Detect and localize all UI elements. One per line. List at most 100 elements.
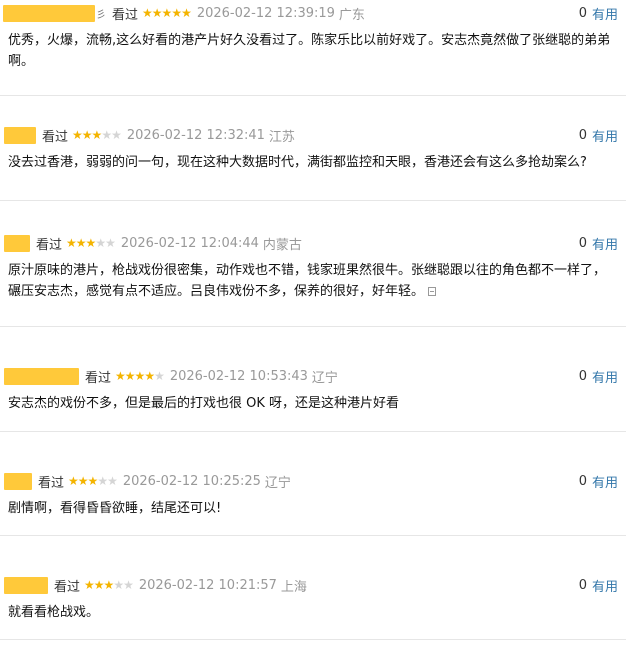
username-tail[interactable]: 彡 [96,6,106,21]
star-icon: ★ [93,578,105,592]
review-region: 内蒙古 [262,237,302,253]
watch-status: 看过 [42,129,69,145]
star-icon: ★ [161,6,173,20]
review-item: 看过 ★★★★★ 2026-02-12 10:53:43 辽宁 0 有用安志杰的戏份不多，… [0,327,626,432]
star-icon: ★ [171,6,182,20]
review-item: 看过 ★★★★★ 2026-02-12 12:04:44 内蒙古 0 有用 原汁原味的港片，… [0,201,626,327]
useful-count: 0 [578,577,587,593]
useful-button[interactable]: 有用 [592,234,618,253]
star-icon: ★ [151,6,163,20]
star-icon: ★ [123,578,134,592]
useful-count: 0 [578,368,587,384]
review-item: 彡看过 ★★★★★ 2026-02-12 12:39:19 广东 0 有用 优秀，火爆，流畅… [0,0,626,96]
star-icon: ★ [68,474,79,488]
useful-vote: 0 有用 [578,576,618,595]
review-region: 广东 [338,7,365,23]
star-icon: ★ [72,128,83,142]
username-highlight[interactable] [3,4,95,22]
review-item: 看过 ★★★★★ 2026-02-12 10:25:25 辽宁 0 有用 剧情啊，看得昏昏欲… [0,432,626,536]
review-text: 原汁原味的港片，枪战戏份很密集，动作戏也不错，钱家班果然很牛。张继聪跟以往的角色… [8,260,614,302]
rating-stars: ★★★★★ [66,236,116,250]
star-icon: ★ [84,578,95,592]
review-time: 2026-02-12 12:39:19 [196,5,335,21]
useful-vote: 0 有用 [578,472,618,491]
review-region: 上海 [280,579,307,595]
useful-vote: 0 有用 [578,367,618,386]
username-highlight[interactable] [4,234,30,252]
review-meta: 彡看过 ★★★★★ 2026-02-12 12:39:19 广东 [3,4,365,23]
review-meta: 看过 ★★★★★ 2026-02-12 12:32:41 江苏 [4,126,295,145]
star-icon: ★ [111,128,122,142]
review-text: 剧情啊，看得昏昏欲睡，结尾还可以! [8,498,614,519]
star-icon: ★ [115,369,126,383]
useful-vote: 0 有用 [578,126,618,145]
review-list: 彡看过 ★★★★★ 2026-02-12 12:39:19 广东 0 有用 优秀，火爆，流畅… [0,0,626,640]
review-time: 2026-02-12 10:21:57 [138,577,277,593]
star-icon: ★ [97,474,108,488]
useful-button[interactable]: 有用 [592,576,618,595]
star-icon: ★ [181,6,192,20]
star-icon: ★ [85,236,97,250]
star-icon: ★ [81,128,93,142]
star-icon: ★ [66,236,77,250]
useful-button[interactable]: 有用 [592,367,618,386]
review-text-content: 优秀，火爆，流畅,这么好看的港产片好久没看过了。陈家乐比以前好戏了。安志杰竟然做… [8,33,611,69]
username-highlight[interactable] [4,126,36,144]
useful-vote: 0 有用 [579,234,618,253]
star-icon: ★ [142,6,153,20]
star-icon: ★ [75,236,87,250]
review-item: 看过 ★★★★★ 2026-02-12 10:21:57 上海 0 有用 就看看枪战戏。 [0,536,626,640]
star-icon: ★ [91,128,103,142]
review-meta: 看过 ★★★★★ 2026-02-12 10:25:25 辽宁 [4,472,291,491]
review-time: 2026-02-12 10:25:25 [122,473,261,489]
review-time: 2026-02-12 12:04:44 [120,235,259,251]
review-text-content: 原汁原味的港片，枪战戏份很密集，动作戏也不错，钱家班果然很牛。张继聪跟以往的角色… [8,263,607,299]
rating-stars: ★★★★★ [72,128,122,142]
rating-stars: ★★★★★ [84,578,134,592]
review-text-content: 就看看枪战戏。 [8,605,100,620]
star-icon: ★ [77,474,89,488]
review-region: 辽宁 [311,370,338,386]
review-meta: 看过 ★★★★★ 2026-02-12 10:21:57 上海 [4,576,307,595]
expand-icon[interactable] [428,287,437,296]
username-highlight[interactable] [4,472,32,490]
watch-status: 看过 [36,237,63,253]
review-region: 辽宁 [264,475,291,491]
rating-stars: ★★★★★ [68,474,118,488]
star-icon: ★ [105,236,116,250]
review-region: 江苏 [268,129,295,145]
rating-stars: ★★★★★ [142,6,192,20]
star-icon: ★ [101,128,112,142]
review-time: 2026-02-12 12:32:41 [126,127,265,143]
review-text: 安志杰的戏份不多，但是最后的打戏也很 OK 呀，还是这种港片好看 [8,393,614,414]
username-highlight[interactable] [4,576,48,594]
watch-status: 看过 [85,370,112,386]
useful-button[interactable]: 有用 [592,472,618,491]
review-meta: 看过 ★★★★★ 2026-02-12 10:53:43 辽宁 [4,367,338,386]
star-icon: ★ [154,369,165,383]
star-icon: ★ [95,236,106,250]
star-icon: ★ [124,369,136,383]
useful-button[interactable]: 有用 [592,126,618,145]
star-icon: ★ [103,578,115,592]
review-text: 没去过香港，弱弱的问一句，现在这种大数据时代，满街都监控和天眼，香港还会有这么多… [8,152,614,173]
review-item: 看过 ★★★★★ 2026-02-12 12:32:41 江苏 0 有用 没去过香港，弱弱的… [0,96,626,201]
review-meta: 看过 ★★★★★ 2026-02-12 12:04:44 内蒙古 [4,234,302,253]
review-text-content: 安志杰的戏份不多，但是最后的打戏也很 OK 呀，还是这种港片好看 [8,396,400,411]
useful-count: 0 [578,473,587,489]
rating-stars: ★★★★★ [115,369,165,383]
review-text-content: 剧情啊，看得昏昏欲睡，结尾还可以! [8,501,222,516]
watch-status: 看过 [112,7,139,23]
useful-vote: 0 有用 [578,4,618,23]
review-text: 优秀，火爆，流畅,这么好看的港产片好久没看过了。陈家乐比以前好戏了。安志杰竟然做… [8,30,614,72]
review-text-content: 没去过香港，弱弱的问一句，现在这种大数据时代，满街都监控和天眼，香港还会有这么多… [8,155,587,170]
star-icon: ★ [144,369,155,383]
username-highlight[interactable] [4,367,79,385]
star-icon: ★ [113,578,124,592]
review-text: 就看看枪战戏。 [8,602,614,623]
useful-button[interactable]: 有用 [592,4,618,23]
useful-count: 0 [578,127,587,143]
star-icon: ★ [134,369,146,383]
star-icon: ★ [87,474,99,488]
useful-count: 0 [578,5,587,21]
